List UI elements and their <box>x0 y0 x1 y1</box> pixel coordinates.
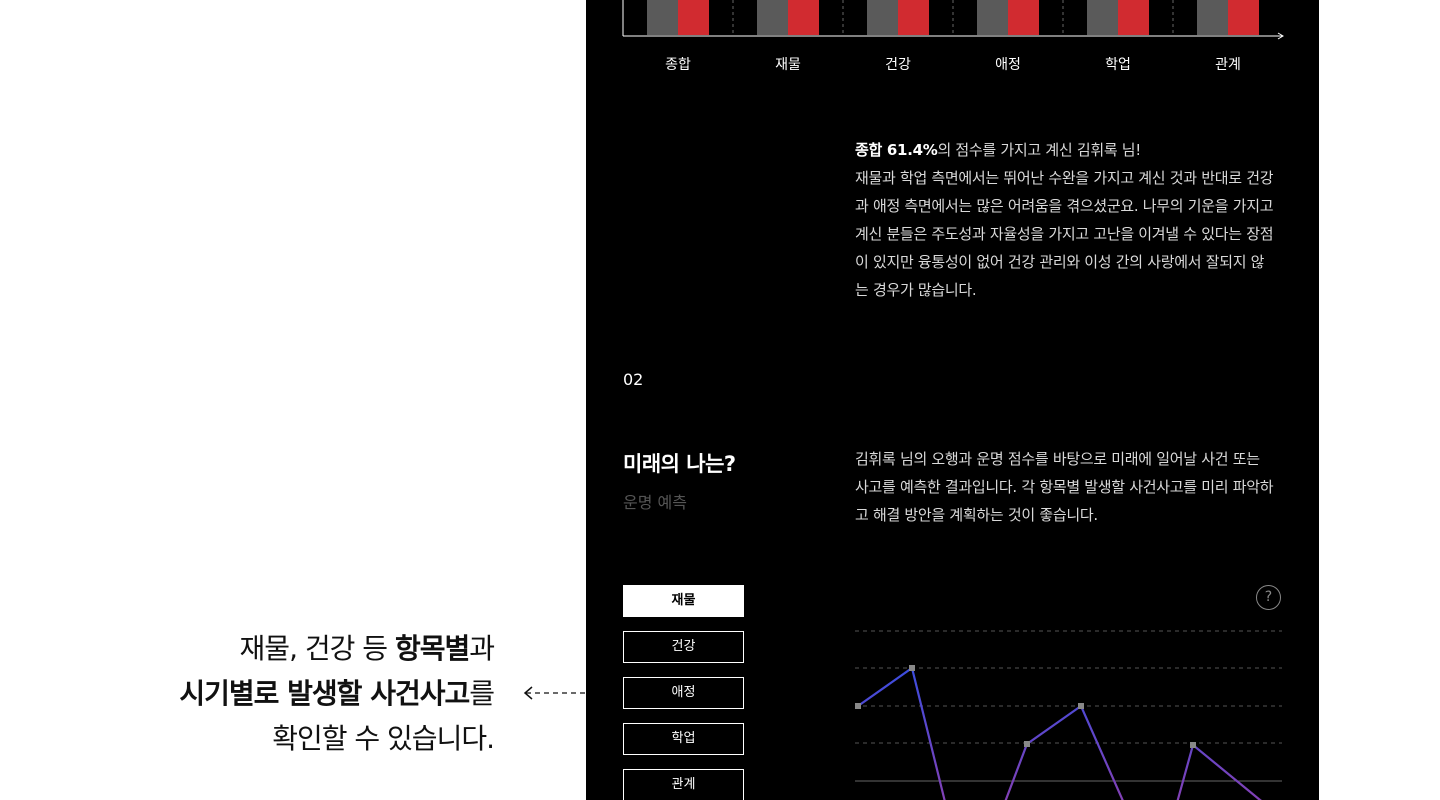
category-button-study[interactable]: 학업 <box>623 723 744 755</box>
bar-grey <box>867 0 898 35</box>
annotation-line-1: 재물, 건강 등 항목별과 <box>239 632 495 665</box>
category-button-relationship[interactable]: 관계 <box>623 769 744 800</box>
result-panel: 종합 재물 건강 애정 학업 관계 종합 61.4%의 점수를 가지고 계신 김… <box>586 0 1319 800</box>
question-circle-icon[interactable]: ? <box>1256 585 1281 610</box>
bar-red <box>1118 0 1149 35</box>
bar-red <box>1228 0 1259 35</box>
bar-grey <box>1197 0 1228 35</box>
feature-annotation: 재물, 건강 등 항목별과 시기별로 발생할 사건사고를 확인할 수 있습니다. <box>74 626 495 761</box>
section-description: 김휘록 님의 오행과 운명 점수를 바탕으로 미래에 일어날 사건 또는 사고를… <box>855 450 1274 524</box>
forecast-line-chart <box>855 630 1282 800</box>
bar-label: 건강 <box>885 57 911 73</box>
bar-label: 재물 <box>775 57 801 73</box>
bar-red <box>898 0 929 35</box>
category-button-love[interactable]: 애정 <box>623 677 744 709</box>
bar-label: 애정 <box>995 57 1021 73</box>
bar-label: 학업 <box>1105 57 1131 73</box>
category-button-wealth[interactable]: 재물 <box>623 585 744 617</box>
bar-grey <box>647 0 678 35</box>
forecast-series-line <box>857 666 1262 800</box>
bar-label: 관계 <box>1215 57 1241 73</box>
category-button-health[interactable]: 건강 <box>623 631 744 663</box>
bar-grey <box>1087 0 1118 35</box>
section-title: 미래의 나는? <box>623 452 736 476</box>
bar-label: 종합 <box>665 57 691 73</box>
bar-grey <box>977 0 1008 35</box>
annotation-line-3: 확인할 수 있습니다. <box>272 722 495 755</box>
section-subtitle: 운명 예측 <box>623 493 687 512</box>
annotation-line-2: 시기별로 발생할 사건사고를 <box>179 677 495 710</box>
bar-grey <box>757 0 788 35</box>
chart-gridlines <box>855 630 1282 782</box>
total-score-highlight: 종합 61.4% <box>855 141 938 159</box>
bar-red <box>788 0 819 35</box>
section-number: 02 <box>623 370 644 389</box>
bar-red <box>1008 0 1039 35</box>
category-button-group: 재물 건강 애정 학업 관계 <box>623 585 744 800</box>
score-summary: 종합 61.4%의 점수를 가지고 계신 김휘록 님! 재물과 학업 측면에서는… <box>855 141 1274 299</box>
bar-chart-labels: 종합 재물 건강 애정 학업 관계 <box>623 54 1283 74</box>
bar-red <box>678 0 709 35</box>
